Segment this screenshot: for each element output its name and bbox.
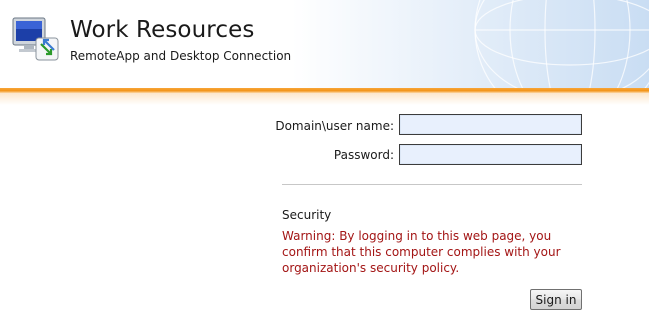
page-title: Work Resources <box>70 17 255 43</box>
page-subtitle: RemoteApp and Desktop Connection <box>70 49 292 63</box>
divider <box>282 184 582 185</box>
header-banner: Work Resources RemoteApp and Desktop Con… <box>0 0 649 88</box>
security-heading: Security <box>282 208 332 222</box>
globe-watermark-icon <box>474 0 649 88</box>
security-warning: Warning: By logging in to this web page,… <box>282 229 561 275</box>
remote-desktop-monitor-icon <box>12 17 59 61</box>
sign-in-button[interactable]: Sign in <box>530 289 582 310</box>
username-field[interactable] <box>399 114 582 135</box>
username-label: Domain\user name: <box>275 119 394 133</box>
login-page: Work Resources RemoteApp and Desktop Con… <box>0 0 649 315</box>
header-accent-glow <box>0 93 649 105</box>
password-label: Password: <box>333 148 394 162</box>
password-field[interactable] <box>399 144 582 165</box>
